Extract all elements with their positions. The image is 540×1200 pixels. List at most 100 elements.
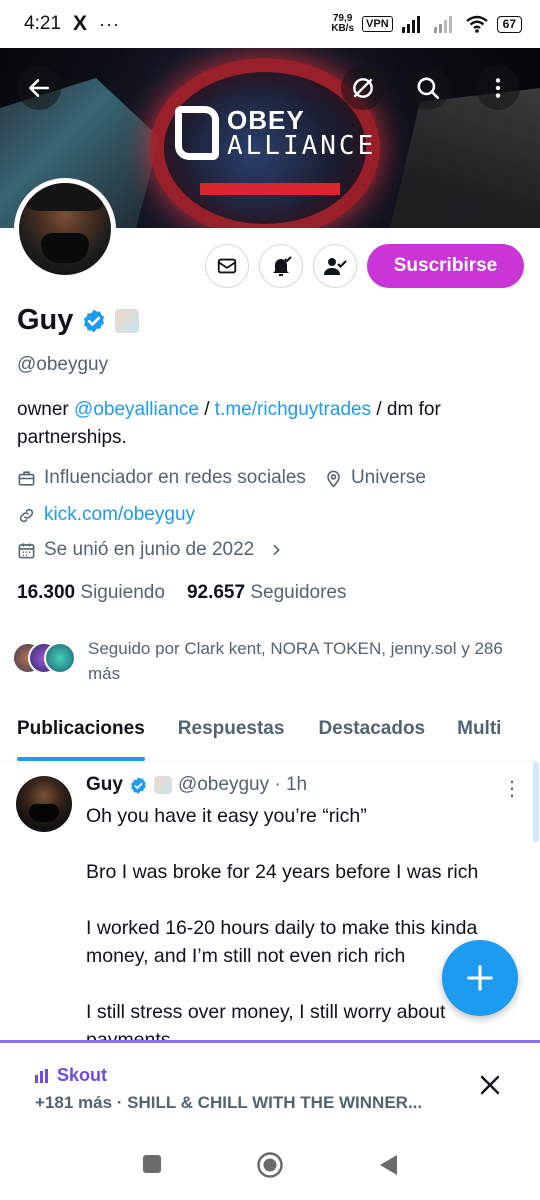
recents-button[interactable] [141, 1153, 163, 1175]
post-more-icon[interactable]: ⋮ [502, 776, 522, 801]
scrollbar[interactable] [533, 762, 539, 842]
search-icon [417, 77, 440, 100]
post-avatar-mask [29, 804, 59, 822]
avatar-hair [27, 183, 103, 211]
affiliate-badge-icon [153, 776, 172, 794]
back-button[interactable] [17, 66, 61, 110]
tab-replies[interactable]: Respuestas [178, 706, 285, 761]
tab-highlights[interactable]: Destacados [318, 706, 425, 761]
location-label: Universe [350, 467, 426, 488]
status-time: 4:21 [24, 13, 61, 34]
post-author-avatar[interactable] [16, 776, 72, 832]
grok-button[interactable] [341, 66, 385, 110]
grok-icon [353, 78, 373, 98]
profile-tabs: Publicaciones Respuestas Destacados Mult… [0, 706, 540, 762]
verified-badge-icon[interactable] [81, 308, 107, 334]
post-paragraph: I still stress over money, I still worry… [86, 1001, 446, 1040]
followed-by[interactable]: Seguido por Clark kent, NORA TOKEN, jenn… [12, 636, 512, 686]
battery-indicator: 67 [496, 15, 522, 33]
post-text: Oh you have it easy you’re “rich” Bro I … [86, 802, 516, 1040]
bell-check-icon [273, 256, 292, 276]
subscribe-button[interactable]: Suscribirse [367, 244, 524, 288]
bio-telegram-link[interactable]: t.me/richguytrades [215, 399, 371, 420]
profile-category: Influenciador en redes sociales [17, 467, 306, 489]
close-icon [480, 1075, 500, 1095]
followers-count: 92.657 [186, 582, 246, 603]
brand-line2: ALLIANCE [227, 131, 377, 161]
close-space-button[interactable] [478, 1073, 502, 1103]
back-nav-button[interactable] [377, 1153, 399, 1177]
speed-unit: KB/s [331, 23, 355, 34]
spaces-dock[interactable]: Skout +181 más · SHILL & CHILL WITH THE … [0, 1040, 540, 1130]
location-pin-icon [327, 470, 340, 488]
following-label: Siguiendo [80, 582, 165, 603]
post-author-name[interactable]: Guy [86, 774, 123, 796]
profile-avatar[interactable] [14, 178, 116, 280]
status-bar: 4:21 X ··· 79,9 KB/s VPN 67 [0, 0, 540, 48]
post-paragraph: Bro I was broke for 24 years before I wa… [86, 861, 479, 883]
banner-art-right [390, 88, 540, 228]
signal-icon [401, 16, 420, 33]
followers-label: Seguidores [250, 582, 347, 603]
back-arrow-icon [29, 79, 49, 97]
profile-meta-row: Influenciador en redes sociales Universe [17, 467, 426, 489]
bio-separator: / [198, 399, 215, 420]
brand-line1: OBEY [227, 105, 305, 135]
verified-badge-icon [131, 776, 146, 794]
follow-counts: 16.300 Siguiendo 92.657 Seguidores [17, 582, 346, 604]
home-button[interactable] [256, 1151, 284, 1179]
x-app-icon: X [72, 12, 87, 35]
audio-bars-icon [35, 1068, 48, 1083]
tab-multimedia[interactable]: Multi [457, 706, 501, 761]
avatar-image [19, 183, 111, 275]
affiliate-badge-icon[interactable] [115, 308, 140, 333]
calendar-icon [18, 542, 35, 558]
followers-link[interactable]: 92.657 Seguidores [187, 582, 347, 604]
search-button[interactable] [406, 66, 450, 110]
profile-website[interactable]: kick.com/obeyguy [17, 504, 195, 526]
bio-text-prefix: owner [17, 399, 75, 420]
network-speed: 79,9 KB/s [331, 14, 354, 34]
wifi-icon [465, 15, 488, 33]
space-host: Skout [35, 1065, 107, 1086]
vpn-badge: VPN [362, 16, 393, 32]
profile-name-row: Guy [17, 304, 140, 337]
tab-posts[interactable]: Publicaciones [17, 706, 145, 761]
chevron-right-icon [273, 544, 281, 556]
avatar-mask [41, 233, 89, 263]
briefcase-icon [18, 470, 35, 486]
profile-handle: @obeyguy [17, 354, 109, 375]
profile-location: Universe [324, 467, 426, 489]
more-options-button[interactable] [476, 66, 520, 110]
banner-sponsor-bar [200, 183, 340, 195]
user-check-icon [324, 258, 347, 275]
profile-name: Guy [17, 304, 74, 336]
joined-label: Se unió en junio de 2022 [44, 539, 255, 560]
bio-mention-link[interactable]: @obeyalliance [74, 399, 199, 420]
profile-joined[interactable]: Se unió en junio de 2022 [17, 539, 284, 561]
website-link[interactable]: kick.com/obeyguy [44, 504, 195, 526]
message-button[interactable] [205, 244, 249, 288]
more-vertical-icon [495, 78, 501, 98]
signal-icon-2 [433, 16, 452, 33]
post-paragraph: Oh you have it easy you’re “rich” [86, 805, 367, 827]
space-host-name: Skout [57, 1065, 108, 1085]
system-nav-bar [0, 1130, 540, 1200]
compose-post-button[interactable] [442, 940, 518, 1016]
following-link[interactable]: 16.300 Siguiendo [17, 582, 165, 604]
post-header: Guy @obeyguy · 1h [86, 774, 307, 796]
following-button[interactable] [313, 244, 357, 288]
space-title: +181 más · SHILL & CHILL WITH THE WINNER… [35, 1093, 423, 1112]
more-notifications-icon: ··· [99, 13, 120, 34]
banner-brand-logo: OBEY ALLIANCE [175, 106, 376, 160]
category-label: Influenciador en redes sociales [44, 467, 306, 488]
link-icon [19, 508, 34, 522]
plus-icon [467, 965, 493, 991]
brand-mark-icon [175, 106, 219, 160]
followed-by-text: Seguido por Clark kent, NORA TOKEN, jenn… [88, 639, 503, 683]
following-count: 16.300 [17, 582, 76, 603]
notifications-button[interactable] [259, 244, 303, 288]
followers-you-know-avatars [12, 636, 78, 676]
profile-bio: owner @obeyalliance / t.me/richguytrades… [17, 396, 517, 452]
post-handle-time: @obeyguy · 1h [177, 774, 308, 795]
